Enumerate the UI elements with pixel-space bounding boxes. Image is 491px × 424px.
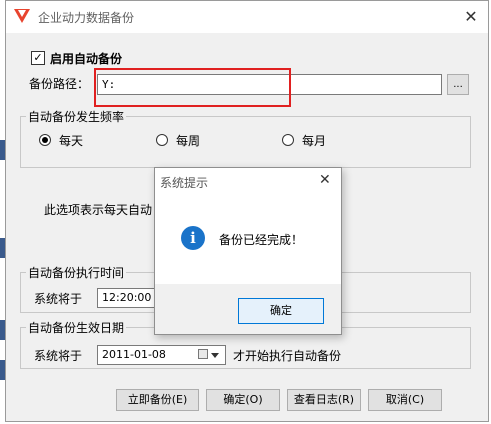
highlight-box — [94, 68, 291, 107]
radio-daily-label: 每天 — [59, 134, 84, 148]
view-log-button[interactable]: 查看日志(R) — [287, 389, 361, 411]
chevron-down-icon — [211, 353, 219, 358]
effective-date-group-title: 自动备份生效日期 — [26, 319, 127, 336]
backup-path-label: 备份路径： — [29, 77, 90, 91]
ok-button[interactable]: 确定(O) — [206, 389, 280, 411]
close-icon[interactable]: ✕ — [458, 5, 484, 29]
dialog-title: 系统提示 — [160, 176, 209, 190]
auto-backup-label: 启用自动备份 — [50, 52, 123, 66]
dialog-close-icon[interactable]: ✕ — [319, 172, 331, 188]
info-icon: i — [181, 226, 205, 250]
radio-monthly[interactable] — [282, 134, 294, 146]
calendar-icon — [198, 349, 208, 359]
cancel-button[interactable]: 取消(C) — [368, 389, 442, 411]
auto-backup-checkbox[interactable]: ✓ — [31, 51, 45, 65]
radio-weekly[interactable] — [156, 134, 168, 146]
effective-date-value: 2011-01-08 — [102, 348, 166, 361]
dialog-body: i 备份已经完成！ — [155, 194, 341, 284]
window-titlebar: 企业动力数据备份 ✕ — [6, 1, 488, 33]
system-prompt-dialog: 系统提示 ✕ i 备份已经完成！ 确定 — [154, 167, 342, 335]
effective-date-picker[interactable]: 2011-01-08 — [97, 345, 226, 365]
frequency-description: 此选项表示每天自动 — [44, 203, 153, 217]
exec-time-group-title: 自动备份执行时间 — [26, 264, 127, 281]
dialog-message: 备份已经完成！ — [219, 233, 304, 247]
effective-date-label: 系统将于 — [34, 349, 83, 363]
radio-monthly-label: 每月 — [302, 134, 327, 148]
frequency-group-title: 自动备份发生频率 — [26, 108, 127, 125]
radio-daily[interactable] — [39, 134, 51, 146]
dialog-titlebar: 系统提示 ✕ — [155, 168, 341, 194]
effective-date-suffix: 才开始执行自动备份 — [233, 349, 342, 363]
dialog-ok-button[interactable]: 确定 — [238, 298, 324, 324]
exec-time-input[interactable]: 12:20:00 — [97, 288, 159, 308]
exec-time-label: 系统将于 — [34, 292, 83, 306]
app-logo-inner — [18, 10, 26, 17]
window-title: 企业动力数据备份 — [38, 11, 135, 25]
radio-weekly-label: 每周 — [176, 134, 201, 148]
backup-now-button[interactable]: 立即备份(E) — [116, 389, 199, 411]
browse-button[interactable]: ... — [447, 74, 469, 95]
